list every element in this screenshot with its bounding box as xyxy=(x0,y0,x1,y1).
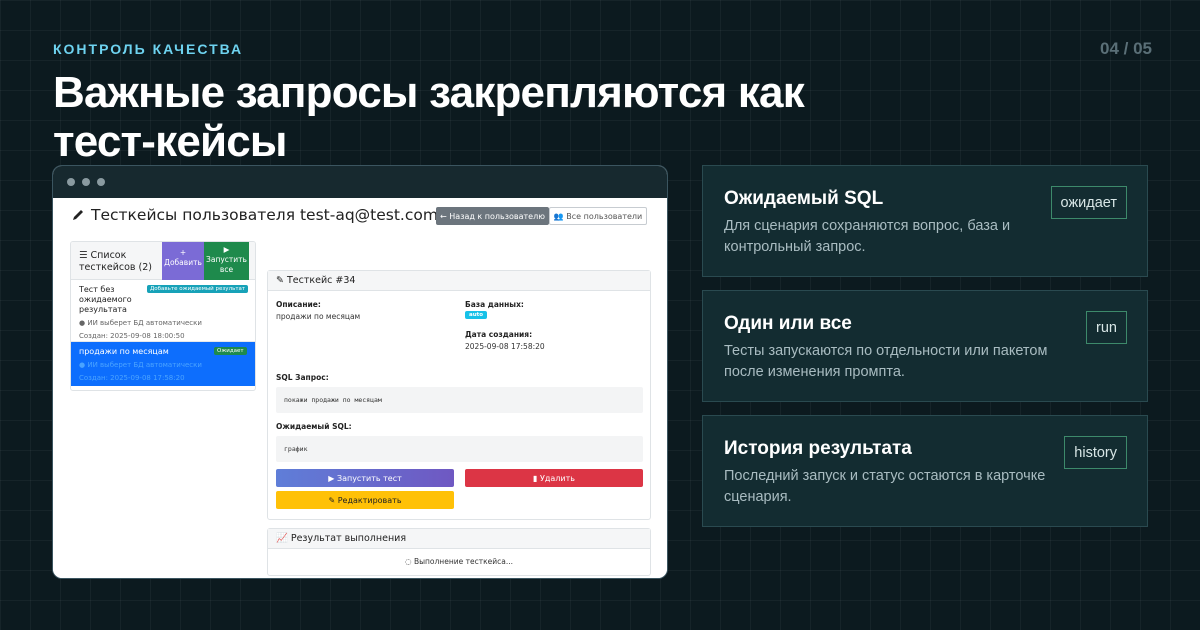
list-item[interactable]: Тест без ожидаемого результата Добавьте … xyxy=(71,280,255,342)
db-badge: auto xyxy=(465,311,488,319)
list-item-selected[interactable]: продажи по месяцам Ожидает ● ИИ выберет … xyxy=(71,342,255,386)
feature-title: История результата xyxy=(724,438,912,459)
result-title: Результат выполнения xyxy=(290,533,407,544)
run-all-button[interactable]: ▶ Запустить все xyxy=(204,242,249,280)
page-title: Тесткейсы пользователя test-aq@test.com xyxy=(71,206,438,224)
edit-button[interactable]: ✎ Редактировать xyxy=(276,491,454,509)
play-icon: ▶ xyxy=(328,473,337,483)
status-badge: Ожидает xyxy=(214,347,247,355)
play-circle-icon: ▶ xyxy=(223,245,230,254)
list-item-date: Создан: 2025-09-08 17:58:20 xyxy=(79,374,185,382)
feature-card-history: История результата Последний запуск и ст… xyxy=(702,415,1148,527)
pencil-icon: ✎ xyxy=(276,275,287,286)
all-users-button[interactable]: 👥 Все пользователи xyxy=(549,207,647,225)
feature-card-run: Один или все Тесты запускаются по отдель… xyxy=(702,290,1148,402)
detail-title: Тесткейс #34 xyxy=(286,275,356,286)
description-value: продажи по месяцам xyxy=(276,312,361,321)
delete-button[interactable]: ▮ Удалить xyxy=(465,469,643,487)
testcases-app: Тесткейсы пользователя test-aq@test.com … xyxy=(53,198,667,578)
list-item-db: ● ИИ выберет БД автоматически xyxy=(79,319,247,327)
testcase-detail-card: ✎ Тесткейс #34 Описание: продажи по меся… xyxy=(267,270,651,520)
list-item-db-text: ИИ выберет БД автоматически xyxy=(87,319,202,327)
description-label: Описание: xyxy=(276,300,321,309)
result-card: 📈 Результат выполнения ◌ Выполнение тест… xyxy=(267,528,651,576)
pencil-icon xyxy=(73,210,83,220)
feature-description: Для сценария сохраняются вопрос, база и … xyxy=(724,218,1011,255)
window-dot-icon xyxy=(97,178,105,186)
list-item-name: Тест без ожидаемого результата xyxy=(79,285,132,314)
expected-sql-label: Ожидаемый SQL: xyxy=(276,422,352,431)
browser-mockup: Тесткейсы пользователя test-aq@test.com … xyxy=(52,165,668,579)
list-icon: ☰ xyxy=(79,250,91,261)
all-users-label: Все пользователи xyxy=(566,211,643,221)
slide-counter: 04 / 05 xyxy=(1100,39,1152,58)
list-title-text: Список тесткейсов (2) xyxy=(79,250,153,273)
result-header: 📈 Результат выполнения xyxy=(268,529,650,549)
list-item-name: продажи по месяцам xyxy=(79,347,169,356)
browser-title-bar xyxy=(53,166,667,198)
arrow-left-icon: ← xyxy=(440,211,450,221)
trash-icon: ▮ xyxy=(533,473,540,483)
window-dot-icon xyxy=(82,178,90,186)
list-item-db: ● ИИ выберет БД автоматически xyxy=(79,361,247,369)
created-value: 2025-09-08 17:58:20 xyxy=(465,342,545,351)
feature-tag: history xyxy=(1064,436,1127,469)
detail-header: ✎ Тесткейс #34 xyxy=(268,271,650,291)
feature-description: Тесты запускаются по отдельности или пак… xyxy=(724,343,1048,380)
add-testcase-label: Добавить xyxy=(164,258,202,267)
created-label: Дата создания: xyxy=(465,330,533,339)
chart-line-icon: 📈 xyxy=(276,533,291,544)
add-testcase-button[interactable]: + Добавить xyxy=(162,242,204,280)
list-item-date: Создан: 2025-09-08 18:00:50 xyxy=(79,332,185,340)
run-all-label: Запустить все xyxy=(206,255,247,274)
back-to-user-label: Назад к пользователю xyxy=(449,211,545,221)
users-icon: 👥 xyxy=(553,211,567,221)
list-title: ☰ Список тесткейсов (2) xyxy=(79,250,161,274)
feature-description: Последний запуск и статус остаются в кар… xyxy=(724,468,1046,505)
page-title-text: Тесткейсы пользователя test-aq@test.com xyxy=(91,206,438,224)
feature-tag: run xyxy=(1086,311,1127,344)
sql-query-box: покажи продажи по месяцам xyxy=(276,387,643,413)
list-header: ☰ Список тесткейсов (2) + Добавить ▶ Запус… xyxy=(71,242,255,280)
plus-icon: + xyxy=(179,248,187,257)
list-item-db-text: ИИ выберет БД автоматически xyxy=(87,361,202,369)
section-eyebrow: КОНТРОЛЬ КАЧЕСТВА xyxy=(53,41,244,57)
delete-label: Удалить xyxy=(539,473,575,483)
edit-icon: ✎ xyxy=(328,495,338,505)
testcase-list-card: ☰ Список тесткейсов (2) + Добавить ▶ Запус… xyxy=(70,241,256,391)
run-test-label: Запустить тест xyxy=(336,473,402,483)
feature-card-expected-sql: Ожидаемый SQL Для сценария сохраняются в… xyxy=(702,165,1148,277)
feature-title: Один или все xyxy=(724,313,852,334)
feature-tag: ожидает xyxy=(1050,186,1127,219)
db-label: База данных: xyxy=(465,300,524,309)
window-dot-icon xyxy=(67,178,75,186)
expected-sql-box: график xyxy=(276,436,643,462)
spinner-icon: ◌ xyxy=(405,557,414,566)
edit-label: Редактировать xyxy=(337,495,402,505)
status-badge: Добавьте ожидаемый результат xyxy=(147,285,249,293)
feature-title: Ожидаемый SQL xyxy=(724,188,884,209)
run-test-button[interactable]: ▶ Запустить тест xyxy=(276,469,454,487)
sql-label: SQL Запрос: xyxy=(276,373,329,382)
slide-title: Важные запросы закрепляются как тест-кей… xyxy=(53,68,805,166)
result-status: ◌ Выполнение тесткейса... xyxy=(268,549,650,566)
back-to-user-button[interactable]: ← Назад к пользователю xyxy=(436,207,549,225)
result-status-text: Выполнение тесткейса... xyxy=(413,557,513,566)
